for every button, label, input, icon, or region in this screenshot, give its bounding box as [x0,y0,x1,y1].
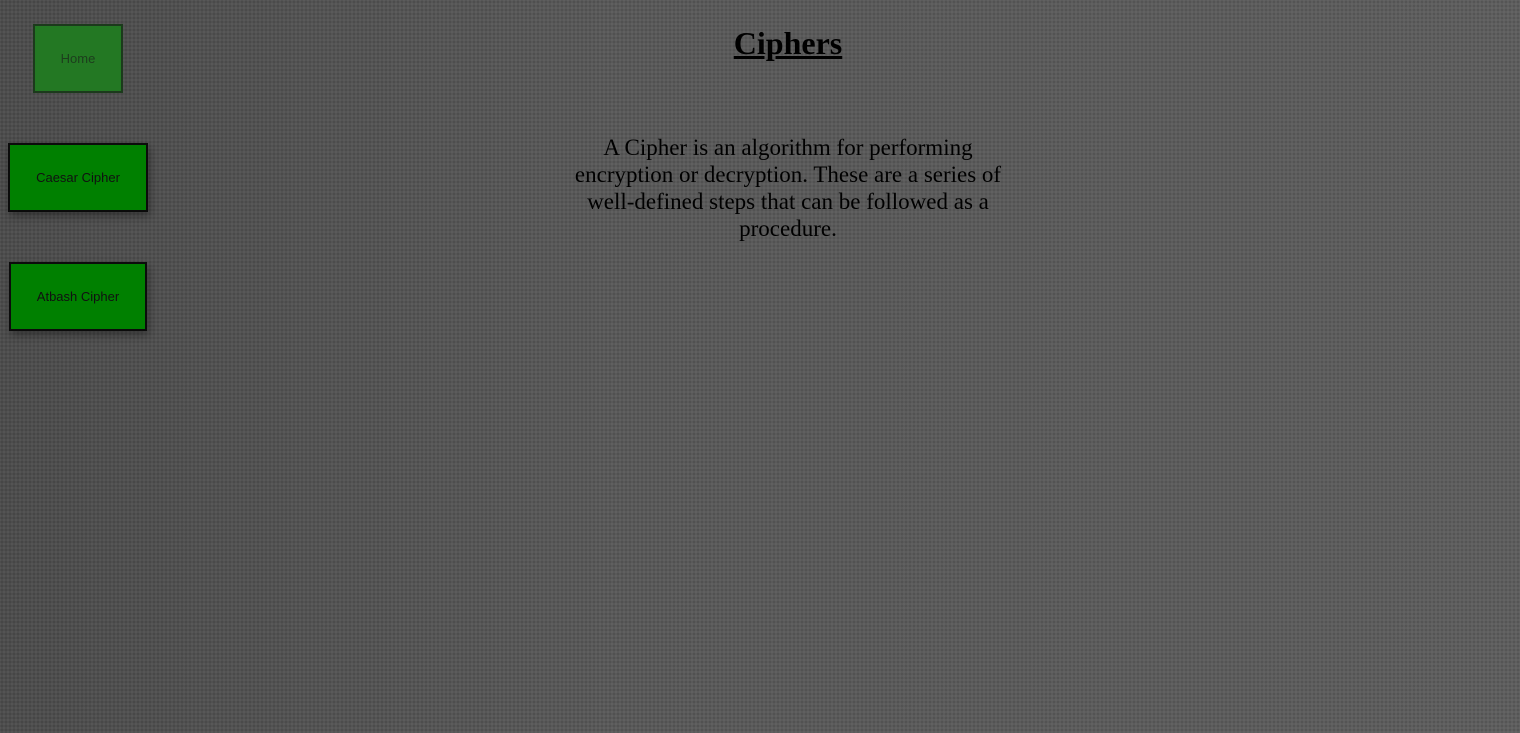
page-title: Ciphers [733,25,843,61]
caesar-cipher-button[interactable]: Caesar Cipher [8,143,148,212]
atbash-cipher-button[interactable]: Atbash Cipher [9,262,147,331]
cipher-description: A Cipher is an algorithm for performing … [574,135,1002,241]
